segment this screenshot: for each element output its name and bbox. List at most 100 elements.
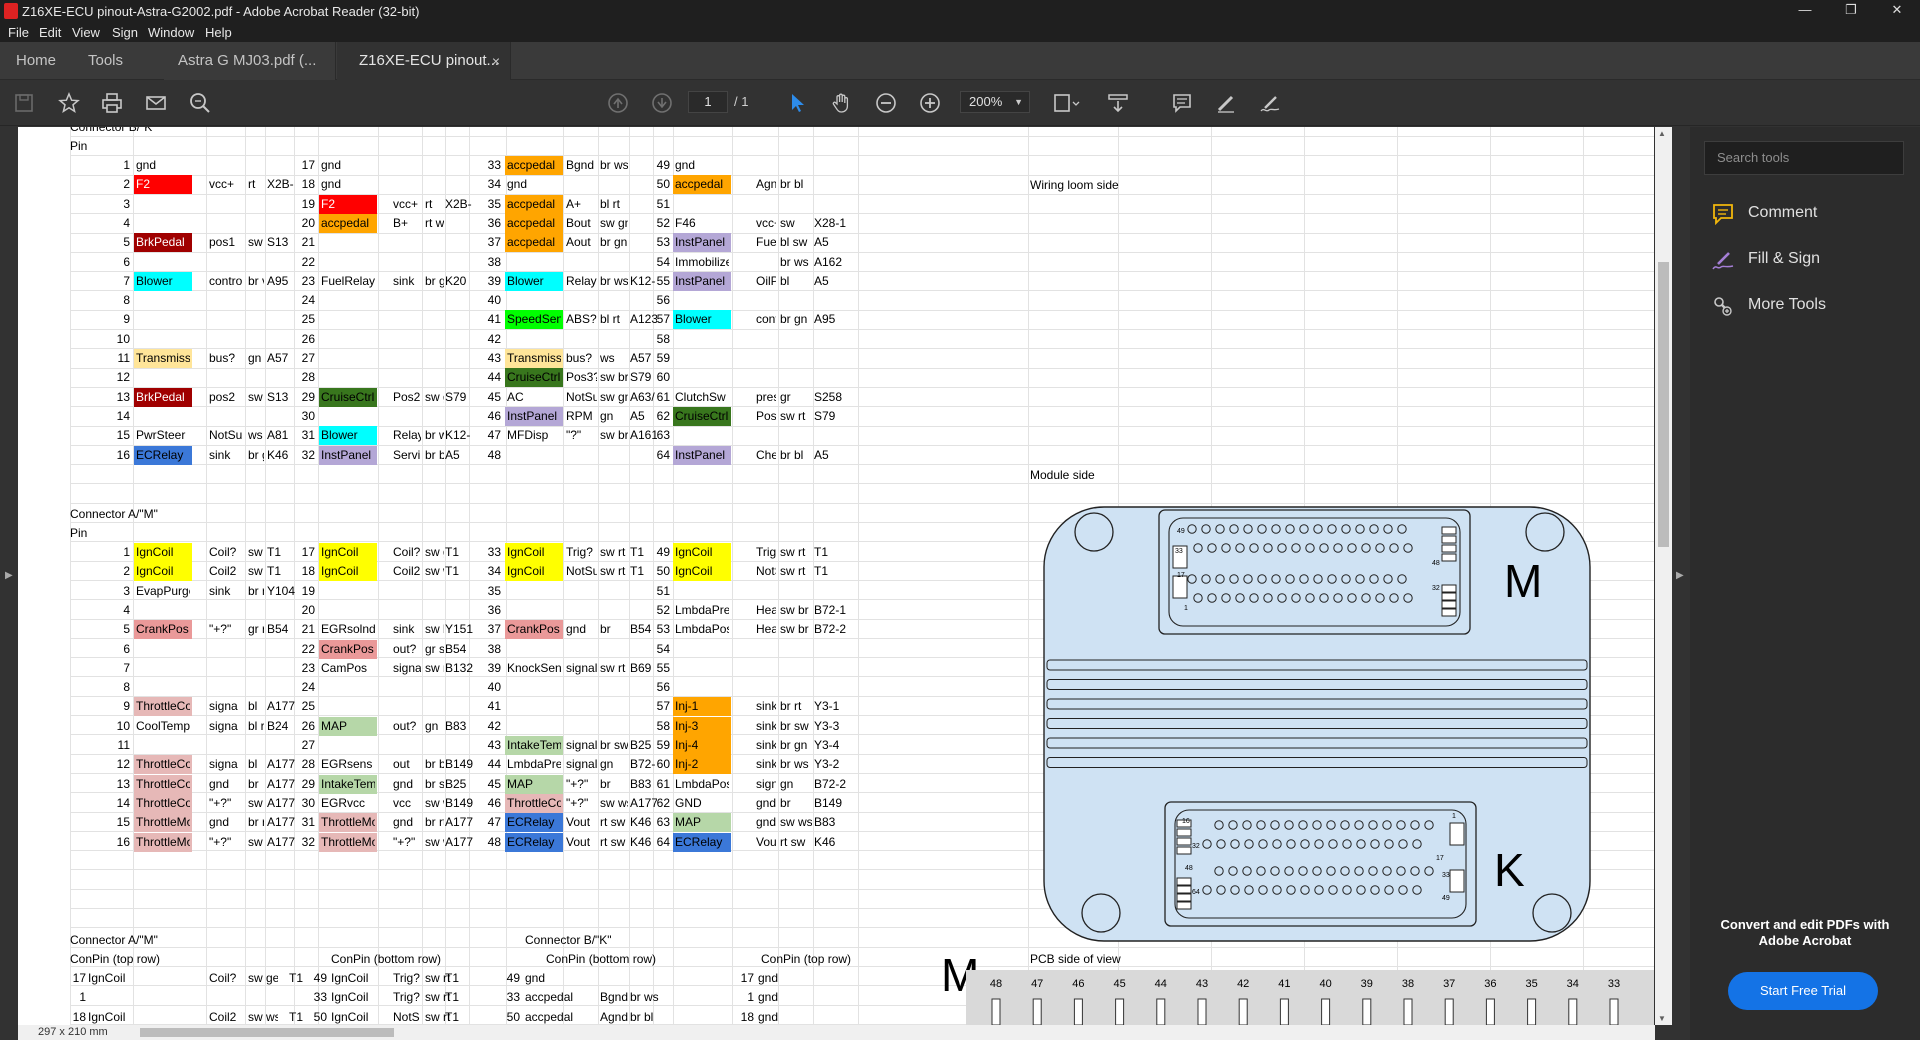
print-icon[interactable] [98,89,126,117]
close-window-icon[interactable]: ✕ [1874,0,1920,22]
fill-sign-tool[interactable]: Fill & Sign [1712,245,1902,275]
connector-key [1172,575,1188,599]
menu-edit[interactable]: Edit [39,25,61,40]
find-zoom-icon[interactable] [186,89,214,117]
pcb-pin [1568,998,1578,1025]
pin-number-cell: 17 [301,545,315,559]
pcb-pin-label: 40 [1319,978,1331,990]
tab-close-icon[interactable]: × [492,42,500,80]
pin-number-cell: 62 [656,795,670,810]
menu-view[interactable]: View [72,25,100,40]
connector-latch [1176,893,1192,902]
component-code-cell [267,736,298,755]
pin-number-cell: 61 [656,776,670,791]
horizontal-scrollbar[interactable] [120,1025,1655,1040]
zoom-in-icon[interactable] [916,89,944,117]
tab-home[interactable]: Home [16,42,56,80]
signal-cell: "+?" [209,834,232,849]
component-cell: LmbdaPost [675,776,729,791]
component-cell: ThrottleControl [507,795,561,810]
signal-cell [756,368,776,387]
menu-file[interactable]: File [8,25,29,40]
component-cell [507,253,561,272]
tab-document-z16xe[interactable]: Z16XE-ECU pinout... × [337,42,511,80]
left-panel-toggle-icon[interactable]: ▶ [5,570,13,584]
scroll-up-icon[interactable]: ▲ [1658,129,1666,138]
component-cell: PwrSteer [136,428,186,443]
next-page-icon[interactable] [648,89,676,117]
signal-cell: Coil? [209,971,237,985]
zoom-level-select[interactable]: 200% ▼ [960,91,1030,113]
pin-number-cell: 24 [301,680,315,695]
signal-cell: RPM [566,408,593,423]
menu-sign[interactable]: Sign [112,25,138,40]
restore-icon[interactable]: ❐ [1828,0,1874,22]
highlight-pen-icon[interactable] [1212,89,1240,117]
signal-cell [756,640,776,659]
component-code-cell [814,678,860,697]
page-number-input[interactable]: 1 [688,91,728,113]
pin-number-cell: 43 [487,351,501,365]
component-code-cell [814,330,860,349]
save-icon[interactable] [10,89,38,117]
pin-number-cell: 57 [656,699,670,714]
component-code-cell: T1 [630,564,645,579]
connector-latch [1176,837,1192,846]
tab-document-astra[interactable]: Astra G MJ03.pdf (... [164,42,336,80]
component-code-cell [630,446,657,465]
pin-number-cell: 7 [123,660,130,675]
pin-number-cell: 46 [487,408,501,423]
bookmark-star-icon[interactable] [55,89,83,117]
component-code-cell: Y3-4 [814,738,840,752]
signal-cell [393,736,421,755]
pin-number-cell: 44 [487,370,501,385]
signal-cell [393,310,421,329]
vertical-scroll-thumb[interactable] [1658,262,1669,547]
pin-number-cell: 31 [301,815,315,830]
right-panel-toggle-icon[interactable]: ▶ [1676,570,1684,584]
menu-help[interactable]: Help [205,25,232,40]
start-free-trial-button[interactable]: Start Free Trial [1728,972,1878,1010]
scroll-mode-icon[interactable] [1104,89,1132,117]
select-cursor-icon[interactable] [784,89,812,117]
component-code-cell [267,195,298,214]
connector-latch [1441,553,1457,562]
wire-color-cell [248,195,264,214]
wire-color-cell [425,349,444,368]
component-code-cell: B83 [445,718,467,733]
zoom-out-icon[interactable] [872,89,900,117]
minimize-icon[interactable]: — [1782,0,1828,22]
component-code-cell: B132 [445,660,474,675]
signal-cell: signa [209,757,238,772]
grid-line [70,502,1654,504]
toolbar: 1 / 1 200% ▼ [0,80,1920,126]
wire-color-cell: rt sw [600,834,626,849]
previous-page-icon[interactable] [604,89,632,117]
pin-number-cell: 63 [656,815,670,830]
wire-color-cell: bl rt [248,718,264,733]
tab-tools[interactable]: Tools [88,42,123,80]
wire-color-cell: rt sw [780,834,806,849]
hand-tool-icon[interactable] [828,89,856,117]
vertical-scrollbar[interactable]: ▲ ▼ [1655,127,1672,1025]
signal-cell: vcc [393,795,411,810]
sign-icon[interactable] [1256,89,1284,117]
pin-number-cell: 22 [301,641,315,656]
pin-number-cell: 12 [116,757,130,772]
component-cell: CruiseCtrl [321,389,375,404]
page-fit-icon[interactable] [1050,89,1084,117]
horizontal-scroll-thumb[interactable] [140,1028,394,1037]
menu-window[interactable]: Window [148,25,194,40]
search-tools-input[interactable]: Search tools [1704,141,1904,175]
pin-number-cell: 57 [656,312,670,327]
email-icon[interactable] [142,89,170,117]
scroll-down-icon[interactable]: ▼ [1658,1014,1666,1023]
pin-number-cell: 51 [656,583,670,598]
wire-color-cell: br ge [248,447,264,462]
pin-number-cell: 61 [656,389,670,404]
comment-icon[interactable] [1168,89,1196,117]
pin-number-cell: 54 [656,641,670,656]
more-tools-item[interactable]: More Tools [1712,291,1902,321]
comment-tool[interactable]: Comment [1712,199,1902,229]
component-cell [321,601,375,620]
